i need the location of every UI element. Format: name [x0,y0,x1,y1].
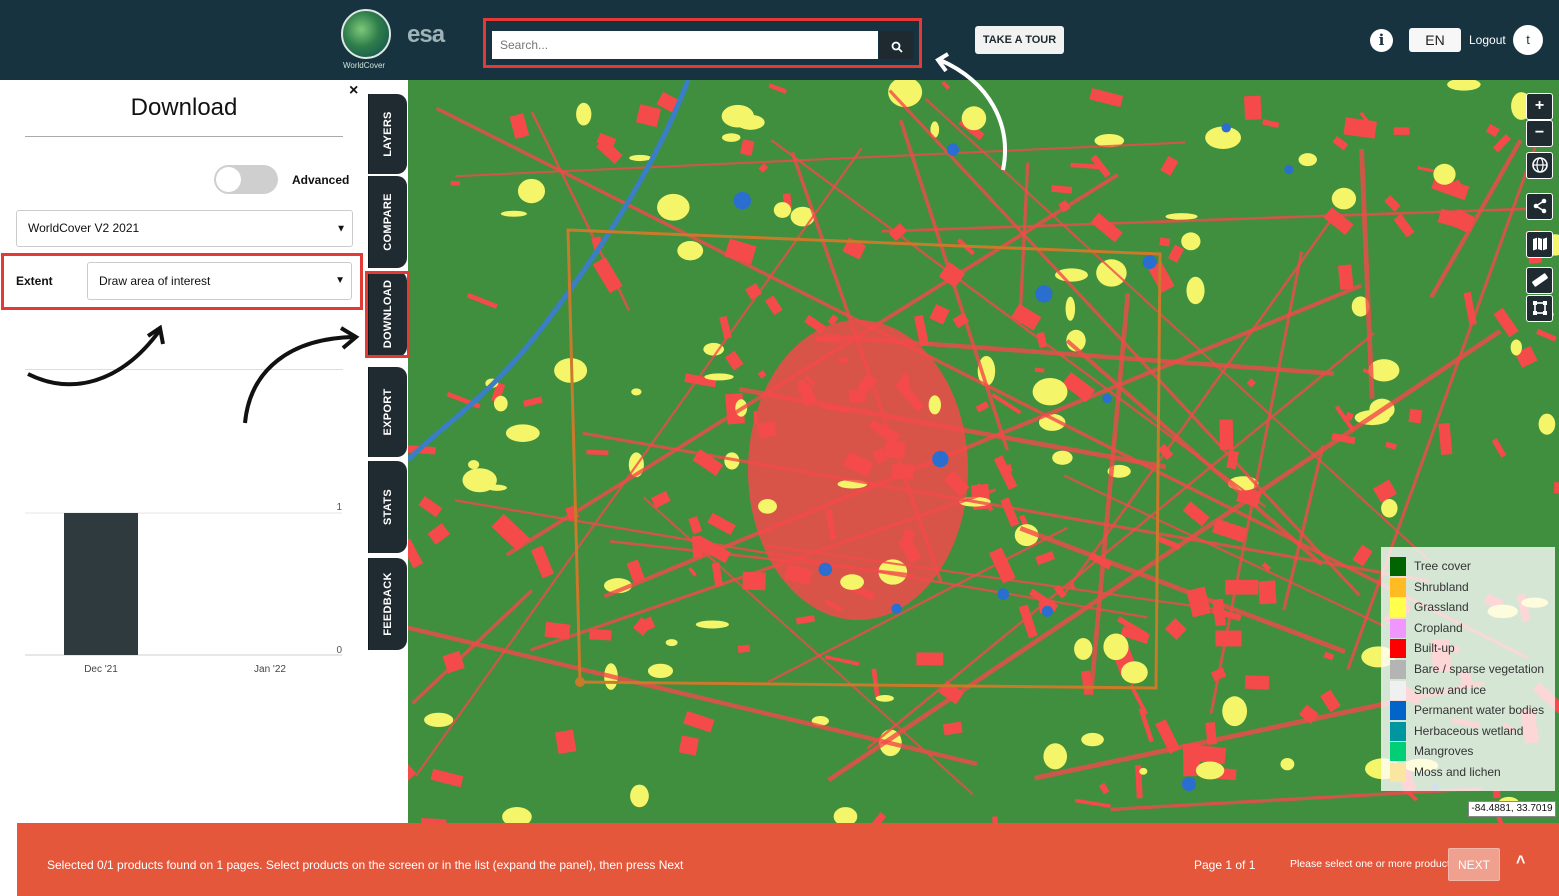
legend-swatch [1390,660,1406,679]
tab-feedback[interactable]: FEEDBACK [368,558,407,650]
legend-swatch [1390,680,1406,700]
y-tick-label: 1 [336,502,342,513]
legend-swatch [1390,742,1406,762]
product-chart: 1 0 Dec '21 Jan '22 [25,502,342,675]
tab-export[interactable]: EXPORT [368,367,407,457]
side-tabs: LAYERS COMPARE DOWNLOAD EXPORT STATS FEE… [368,80,408,655]
legend-item: Bare / sparse vegetation [1390,660,1555,679]
tab-stats-label: STATS [382,489,394,525]
legend-label: Moss and lichen [1414,765,1501,779]
toggle-knob [216,167,241,192]
worldcover-logo[interactable] [341,9,391,59]
next-button[interactable]: NEXT [1448,848,1500,881]
chevron-up-icon[interactable]: ˄ [1516,852,1525,870]
chevron-down-icon: ▼ [335,275,345,286]
tab-layers[interactable]: LAYERS [368,94,407,174]
legend-item: Snow and ice [1390,680,1555,700]
coordinates-readout: -84.4881, 33.7019 [1468,801,1556,817]
product-select-value: WorldCover V2 2021 [28,221,140,235]
map-icon[interactable] [1526,231,1553,258]
tab-compare[interactable]: COMPARE [368,176,407,268]
extent-select-value: Draw area of interest [99,274,211,288]
legend-item: Tree cover [1390,557,1555,576]
legend-item: Grassland [1390,598,1555,618]
info-icon[interactable]: i [1370,29,1393,52]
legend-swatch [1390,721,1406,741]
legend-swatch [1390,618,1406,638]
divider [25,136,343,137]
logout-link[interactable]: Logout [1469,33,1506,47]
legend-label: Cropland [1414,620,1463,635]
legend-label: Mangroves [1414,744,1474,759]
advanced-label: Advanced [292,173,350,187]
legend-swatch [1390,701,1406,721]
legend-swatch [1390,598,1406,618]
legend-item: Herbaceous wetland [1390,721,1555,741]
legend-label: Built-up [1414,641,1455,656]
legend-swatch [1390,557,1406,576]
legend-swatch [1390,577,1406,597]
legend-label: Herbaceous wetland [1414,723,1524,738]
legend-label: Grassland [1414,600,1469,615]
globe-icon[interactable] [1526,152,1553,179]
legend-item: Permanent water bodies [1390,701,1555,721]
search-icon [891,41,903,53]
legend-item: Mangroves [1390,742,1555,762]
page-indicator: Page 1 of 1 [1194,858,1256,872]
ruler-icon[interactable] [1526,267,1553,294]
legend-item: Built-up [1390,639,1555,659]
legend-label: Snow and ice [1414,682,1487,697]
avatar[interactable]: t [1513,25,1543,55]
chevron-down-icon: ▼ [336,223,346,234]
extent-label: Extent [16,274,53,288]
legend-label: Shrubland [1414,579,1469,594]
chart-bar [64,513,138,655]
zoom-in-button[interactable]: + [1526,93,1553,120]
download-tab-highlight [365,271,410,358]
selection-message: Selected 0/1 products found on 1 pages. … [47,858,684,872]
esa-logo: esa [407,21,445,48]
map-legend: Tree cover Shrubland Grassland Cropland Buil… [1381,547,1555,791]
download-panel [0,80,368,896]
divider [25,369,343,370]
worldcover-logo-text: WorldCover [343,61,386,70]
search-button[interactable] [879,31,914,59]
x-tick-label: Dec '21 [84,664,118,675]
search-input[interactable] [492,31,878,59]
y-tick-label: 0 [336,645,342,656]
extent-select[interactable]: Draw area of interest ▼ [87,262,352,300]
legend-item: Moss and lichen [1390,763,1555,782]
legend-item: Cropland [1390,618,1555,638]
product-select[interactable]: WorldCover V2 2021 ▼ [16,210,353,247]
legend-label: Bare / sparse vegetation [1414,662,1545,676]
share-icon[interactable] [1526,193,1553,220]
x-tick-label: Jan '22 [254,664,286,675]
tab-compare-label: COMPARE [382,193,394,251]
legend-swatch [1390,763,1406,782]
take-a-tour-button[interactable]: TAKE A TOUR [975,26,1064,54]
legend-label: Tree cover [1414,559,1471,573]
tab-feedback-label: FEEDBACK [382,572,394,636]
language-button[interactable]: EN [1409,28,1461,52]
legend-item: Shrubland [1390,577,1555,597]
tab-export-label: EXPORT [382,388,394,436]
panel-title: Download [130,94,238,121]
advanced-toggle[interactable] [214,165,278,194]
tab-stats[interactable]: STATS [368,461,407,553]
legend-label: Permanent water bodies [1414,703,1545,718]
zoom-out-button[interactable]: − [1526,120,1553,147]
draw-area-icon[interactable] [1526,295,1553,322]
tab-layers-label: LAYERS [382,111,394,157]
legend-swatch [1390,639,1406,659]
selection-hint: Please select one or more products [1290,858,1456,870]
